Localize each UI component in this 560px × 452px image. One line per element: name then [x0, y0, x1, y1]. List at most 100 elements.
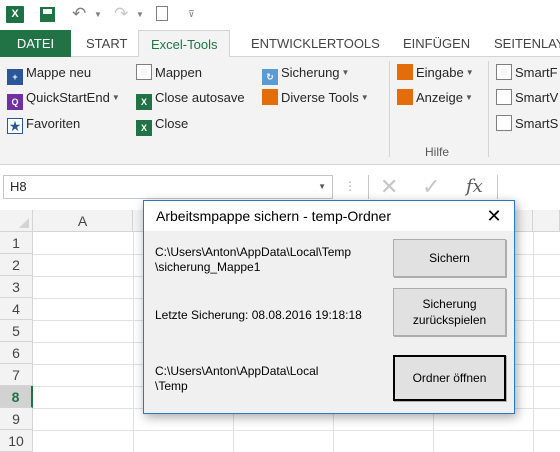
restore-button-line2: zurückspielen	[412, 313, 487, 327]
customize-toolbar-icon[interactable]: ⊽	[188, 9, 195, 20]
folder-path-label: C:\Users\Anton\AppData\Local \Temp	[155, 364, 318, 394]
smartf-label: SmartF	[515, 65, 558, 80]
close-autosave-label: Close autosave	[155, 90, 245, 105]
row-header[interactable]: 3	[0, 276, 33, 298]
anzeige-button[interactable]: Anzeige ▼	[397, 87, 473, 109]
formula-bar-splitter-icon[interactable]: ⋮	[344, 179, 356, 193]
eingabe-button[interactable]: Eingabe ▼	[397, 62, 474, 84]
excel-close-icon: X	[136, 94, 152, 110]
close-label: Close	[155, 116, 189, 131]
group-label-hilfe: Hilfe	[425, 145, 450, 159]
chevron-down-icon: ▼	[341, 68, 350, 77]
dialog-title: Arbeitsmpappe sichern - temp-Ordner	[156, 208, 391, 224]
smartv-button[interactable]: SmartV	[496, 87, 560, 109]
ribbon-tabs: DATEI START Excel-Tools ENTWICKLERTOOLS …	[0, 30, 560, 58]
diverse-tools-label: Diverse Tools	[281, 90, 359, 105]
smart-icon	[496, 64, 512, 80]
tools-icon	[262, 89, 278, 105]
row-header-selected[interactable]: 8	[0, 386, 33, 408]
enter-icon[interactable]: ✓	[422, 175, 440, 199]
restore-button-line1: Sicherung	[422, 297, 477, 311]
workbooks-icon	[136, 64, 152, 80]
undo-dropdown-icon[interactable]: ▼	[94, 10, 102, 19]
last-backup-label: Letzte Sicherung: 08.08.2016 19:18:18	[155, 308, 362, 322]
backup-path-label: C:\Users\Anton\AppData\Local\Temp \siche…	[155, 245, 351, 275]
backup-path-line2: \sicherung_Mappe1	[155, 260, 261, 274]
mappe-neu-label: Mappe neu	[26, 65, 92, 80]
redo-icon[interactable]: ↷	[114, 4, 128, 24]
new-workbook-icon: +	[7, 69, 23, 85]
excel-close-icon: X	[136, 120, 152, 136]
backup-dialog: Arbeitsmpappe sichern - temp-Ordner ✕ C:…	[143, 200, 515, 414]
row-header[interactable]: 5	[0, 320, 33, 342]
chevron-down-icon[interactable]: ▼	[318, 176, 326, 198]
name-box-value: H8	[10, 179, 27, 194]
smart-icon	[496, 89, 512, 105]
row-header[interactable]: 9	[0, 408, 33, 430]
dialog-title-bar[interactable]: Arbeitsmpappe sichern - temp-Ordner ✕	[144, 201, 514, 231]
favoriten-label: Favoriten	[26, 116, 81, 131]
sicherung-button[interactable]: ↻ Sicherung ▼	[262, 62, 350, 85]
open-folder-button[interactable]: Ordner öffnen	[393, 355, 506, 401]
row-header[interactable]: 2	[0, 254, 33, 276]
tab-seitenlayout[interactable]: SEITENLAY	[494, 30, 560, 57]
tab-entwicklertools[interactable]: ENTWICKLERTOOLS	[251, 30, 380, 57]
mappen-button[interactable]: Mappen	[136, 62, 202, 84]
close-icon[interactable]: ✕	[482, 204, 506, 228]
chevron-down-icon: ▼	[464, 93, 473, 102]
anzeige-label: Anzeige	[416, 90, 463, 105]
insert-function-icon[interactable]: fx	[466, 176, 483, 197]
smartf-button[interactable]: SmartF	[496, 62, 560, 84]
redo-dropdown-icon[interactable]: ▼	[136, 10, 144, 19]
quickstartend-button[interactable]: Q QuickStartEnd ▼	[7, 87, 120, 110]
save-icon[interactable]	[40, 7, 55, 22]
close-autosave-button[interactable]: X Close autosave	[136, 87, 245, 110]
backup-icon: ↻	[262, 69, 278, 85]
formula-input-edge	[497, 175, 498, 199]
row-header[interactable]: 6	[0, 342, 33, 364]
chevron-down-icon: ▼	[111, 93, 120, 102]
row-header[interactable]: 4	[0, 298, 33, 320]
smarts-button[interactable]: SmartS	[496, 113, 560, 135]
cancel-icon[interactable]: ✕	[380, 175, 398, 199]
row-header[interactable]: 1	[0, 232, 33, 254]
diverse-tools-button[interactable]: Diverse Tools ▼	[262, 87, 369, 109]
star-icon: ★	[7, 118, 23, 134]
row-header[interactable]: 10	[0, 430, 33, 452]
tab-start[interactable]: START	[86, 30, 127, 57]
tab-excel-tools[interactable]: Excel-Tools	[138, 30, 231, 58]
group-separator	[488, 61, 489, 157]
new-document-icon[interactable]	[156, 6, 168, 21]
mappen-label: Mappen	[155, 65, 202, 80]
mappe-neu-button[interactable]: + Mappe neu	[7, 62, 92, 85]
display-icon	[397, 89, 413, 105]
tab-einfuegen[interactable]: EINFÜGEN	[403, 30, 470, 57]
undo-icon[interactable]: ↶	[72, 4, 86, 24]
eingabe-label: Eingabe	[416, 65, 464, 80]
input-icon	[397, 64, 413, 80]
quickstart-icon: Q	[7, 94, 23, 110]
smartv-label: SmartV	[515, 90, 559, 105]
chevron-down-icon: ▼	[465, 68, 474, 77]
backup-path-line1: C:\Users\Anton\AppData\Local\Temp	[155, 245, 352, 259]
name-box[interactable]: H8 ▼	[3, 175, 333, 199]
sichern-button[interactable]: Sichern	[393, 239, 506, 277]
ribbon-body: + Mappe neu Q QuickStartEnd ▼ ★ Favoriten Ma…	[0, 57, 560, 165]
excel-app-icon[interactable]: X	[6, 6, 24, 23]
tab-datei[interactable]: DATEI	[0, 30, 71, 57]
quick-access-toolbar: X ↶ ▼ ↷ ▼ ⊽	[0, 0, 560, 30]
row-header[interactable]: 7	[0, 364, 33, 386]
folder-path-line2: \Temp	[155, 379, 188, 393]
chevron-down-icon: ▼	[360, 93, 369, 102]
column-header[interactable]	[533, 210, 560, 232]
sicherung-label: Sicherung	[281, 65, 340, 80]
favoriten-button[interactable]: ★ Favoriten	[7, 113, 80, 135]
restore-backup-button[interactable]: Sicherung zurückspielen	[393, 288, 506, 336]
formula-divider	[368, 175, 369, 199]
folder-path-line1: C:\Users\Anton\AppData\Local	[155, 364, 319, 378]
select-all-corner[interactable]	[0, 210, 33, 232]
close-button[interactable]: X Close	[136, 113, 189, 136]
column-header-a[interactable]: A	[33, 210, 133, 232]
quickstartend-label: QuickStartEnd	[26, 90, 110, 105]
smart-icon	[496, 115, 512, 131]
